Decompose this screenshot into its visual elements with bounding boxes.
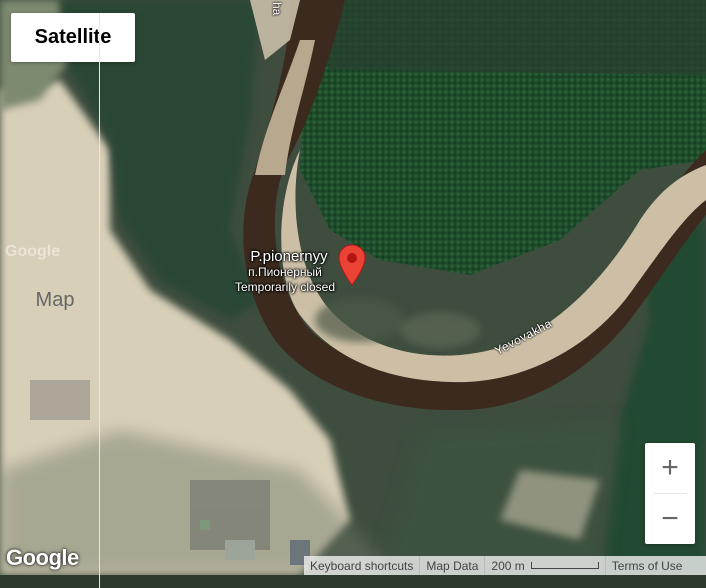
google-logo[interactable]: Google — [6, 545, 79, 571]
zoom-out-button[interactable]: − — [645, 494, 695, 544]
map-type-map-button[interactable]: Map — [11, 13, 100, 588]
scale-label: 200 m — [491, 558, 525, 573]
map-data-button[interactable]: Map Data — [420, 556, 486, 575]
scale-control[interactable]: 200 m — [485, 556, 606, 575]
map-pin-icon[interactable] — [338, 244, 366, 286]
terms-link[interactable]: Terms of Use — [606, 556, 689, 575]
keyboard-shortcuts-button[interactable]: Keyboard shortcuts — [304, 556, 421, 575]
scale-bar — [530, 562, 599, 569]
road-label-top: ha — [270, 2, 284, 16]
zoom-in-button[interactable]: + — [645, 443, 695, 493]
zoom-control: + − — [645, 443, 695, 544]
map-type-control: Map Satellite — [11, 13, 135, 588]
map-footer: Keyboard shortcuts Map Data 200 m Terms … — [304, 556, 706, 575]
